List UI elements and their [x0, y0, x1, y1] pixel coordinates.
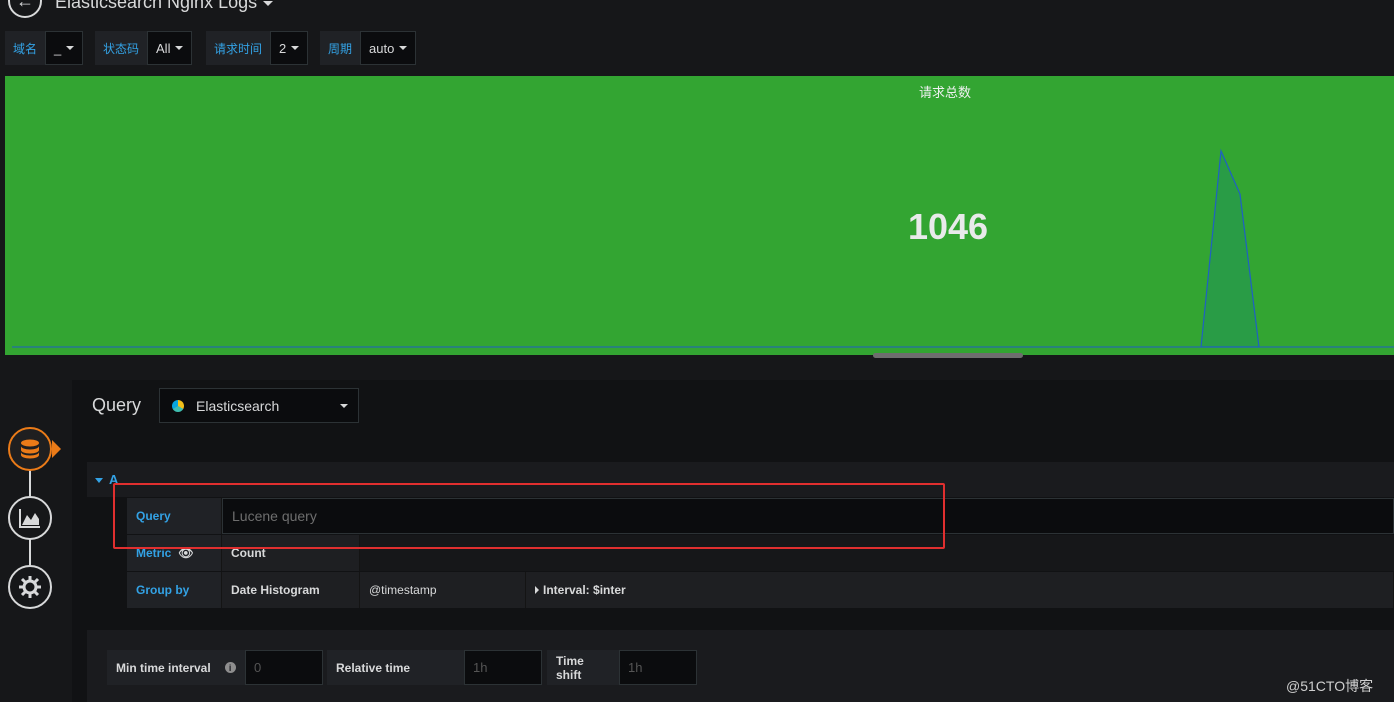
info-icon[interactable]: i	[224, 662, 236, 673]
gear-icon	[19, 576, 41, 598]
chevron-down-icon	[291, 46, 300, 50]
variable-select[interactable]: _	[45, 31, 84, 65]
variable-select[interactable]: auto	[360, 31, 417, 65]
time-shift: Time shift 1h	[547, 650, 697, 685]
elasticsearch-icon	[172, 399, 184, 412]
datasource-picker[interactable]: Elasticsearch	[159, 388, 359, 423]
back-arrow-icon: ←	[16, 0, 34, 11]
chevron-down-icon	[340, 404, 348, 408]
variable-label: 请求时间	[206, 31, 271, 65]
back-button[interactable]: ←	[8, 0, 42, 18]
singlestat-panel[interactable]: 请求总数 1046	[5, 76, 1394, 355]
stat-value: 1046	[907, 206, 989, 247]
variable-period: 周期 auto	[320, 31, 417, 65]
query-section-title: Query	[92, 395, 142, 415]
variable-select[interactable]: All	[147, 31, 193, 65]
variable-label: 状态码	[95, 31, 148, 65]
database-icon	[21, 439, 39, 459]
dashboard-title[interactable]: Elasticsearch Nginx Logs	[55, 0, 274, 13]
group-by-type-select[interactable]: Date Histogram	[222, 572, 360, 608]
watermark: @51CTO博客	[1286, 678, 1374, 694]
annotation-highlight-box	[113, 483, 945, 549]
min-time-interval: Min time interval i 0	[107, 650, 323, 685]
dashboard-title-text: Elasticsearch Nginx Logs	[55, 0, 258, 12]
variable-label: 域名	[5, 31, 46, 65]
group-by-field-select[interactable]: @timestamp	[360, 572, 526, 608]
min-interval-label: Min time interval i	[107, 650, 245, 685]
relative-time-input[interactable]: 1h	[464, 650, 542, 685]
group-by-label: Group by	[127, 572, 222, 608]
time-shift-label: Time shift	[547, 650, 619, 685]
queries-tab-button[interactable]	[8, 427, 52, 471]
caret-right-icon	[535, 586, 539, 594]
chevron-down-icon	[66, 46, 75, 50]
visualization-tab-button[interactable]	[8, 496, 52, 540]
chevron-down-icon	[263, 0, 274, 6]
horizontal-scrollbar[interactable]	[873, 353, 1023, 358]
active-tab-arrow	[52, 440, 61, 458]
relative-time: Relative time 1h	[327, 650, 542, 685]
variable-request-time: 请求时间 2	[206, 31, 309, 65]
variable-label: 周期	[320, 31, 361, 65]
variable-domain: 域名 _	[5, 31, 84, 65]
variable-select[interactable]: 2	[270, 31, 309, 65]
time-shift-input[interactable]: 1h	[619, 650, 697, 685]
general-tab-button[interactable]	[8, 565, 52, 609]
group-by-row: Group by Date Histogram @timestamp Inter…	[127, 572, 1394, 608]
group-by-options-toggle[interactable]: Interval: $inter	[526, 572, 1394, 608]
relative-time-label: Relative time	[327, 650, 464, 685]
area-chart-icon	[19, 509, 40, 528]
datasource-name: Elasticsearch	[196, 397, 280, 414]
min-interval-input[interactable]: 0	[245, 650, 323, 685]
chevron-down-icon	[175, 46, 184, 50]
chevron-down-icon	[399, 46, 408, 50]
variable-status-code: 状态码 All	[95, 31, 193, 65]
collapse-caret-icon	[95, 478, 103, 484]
